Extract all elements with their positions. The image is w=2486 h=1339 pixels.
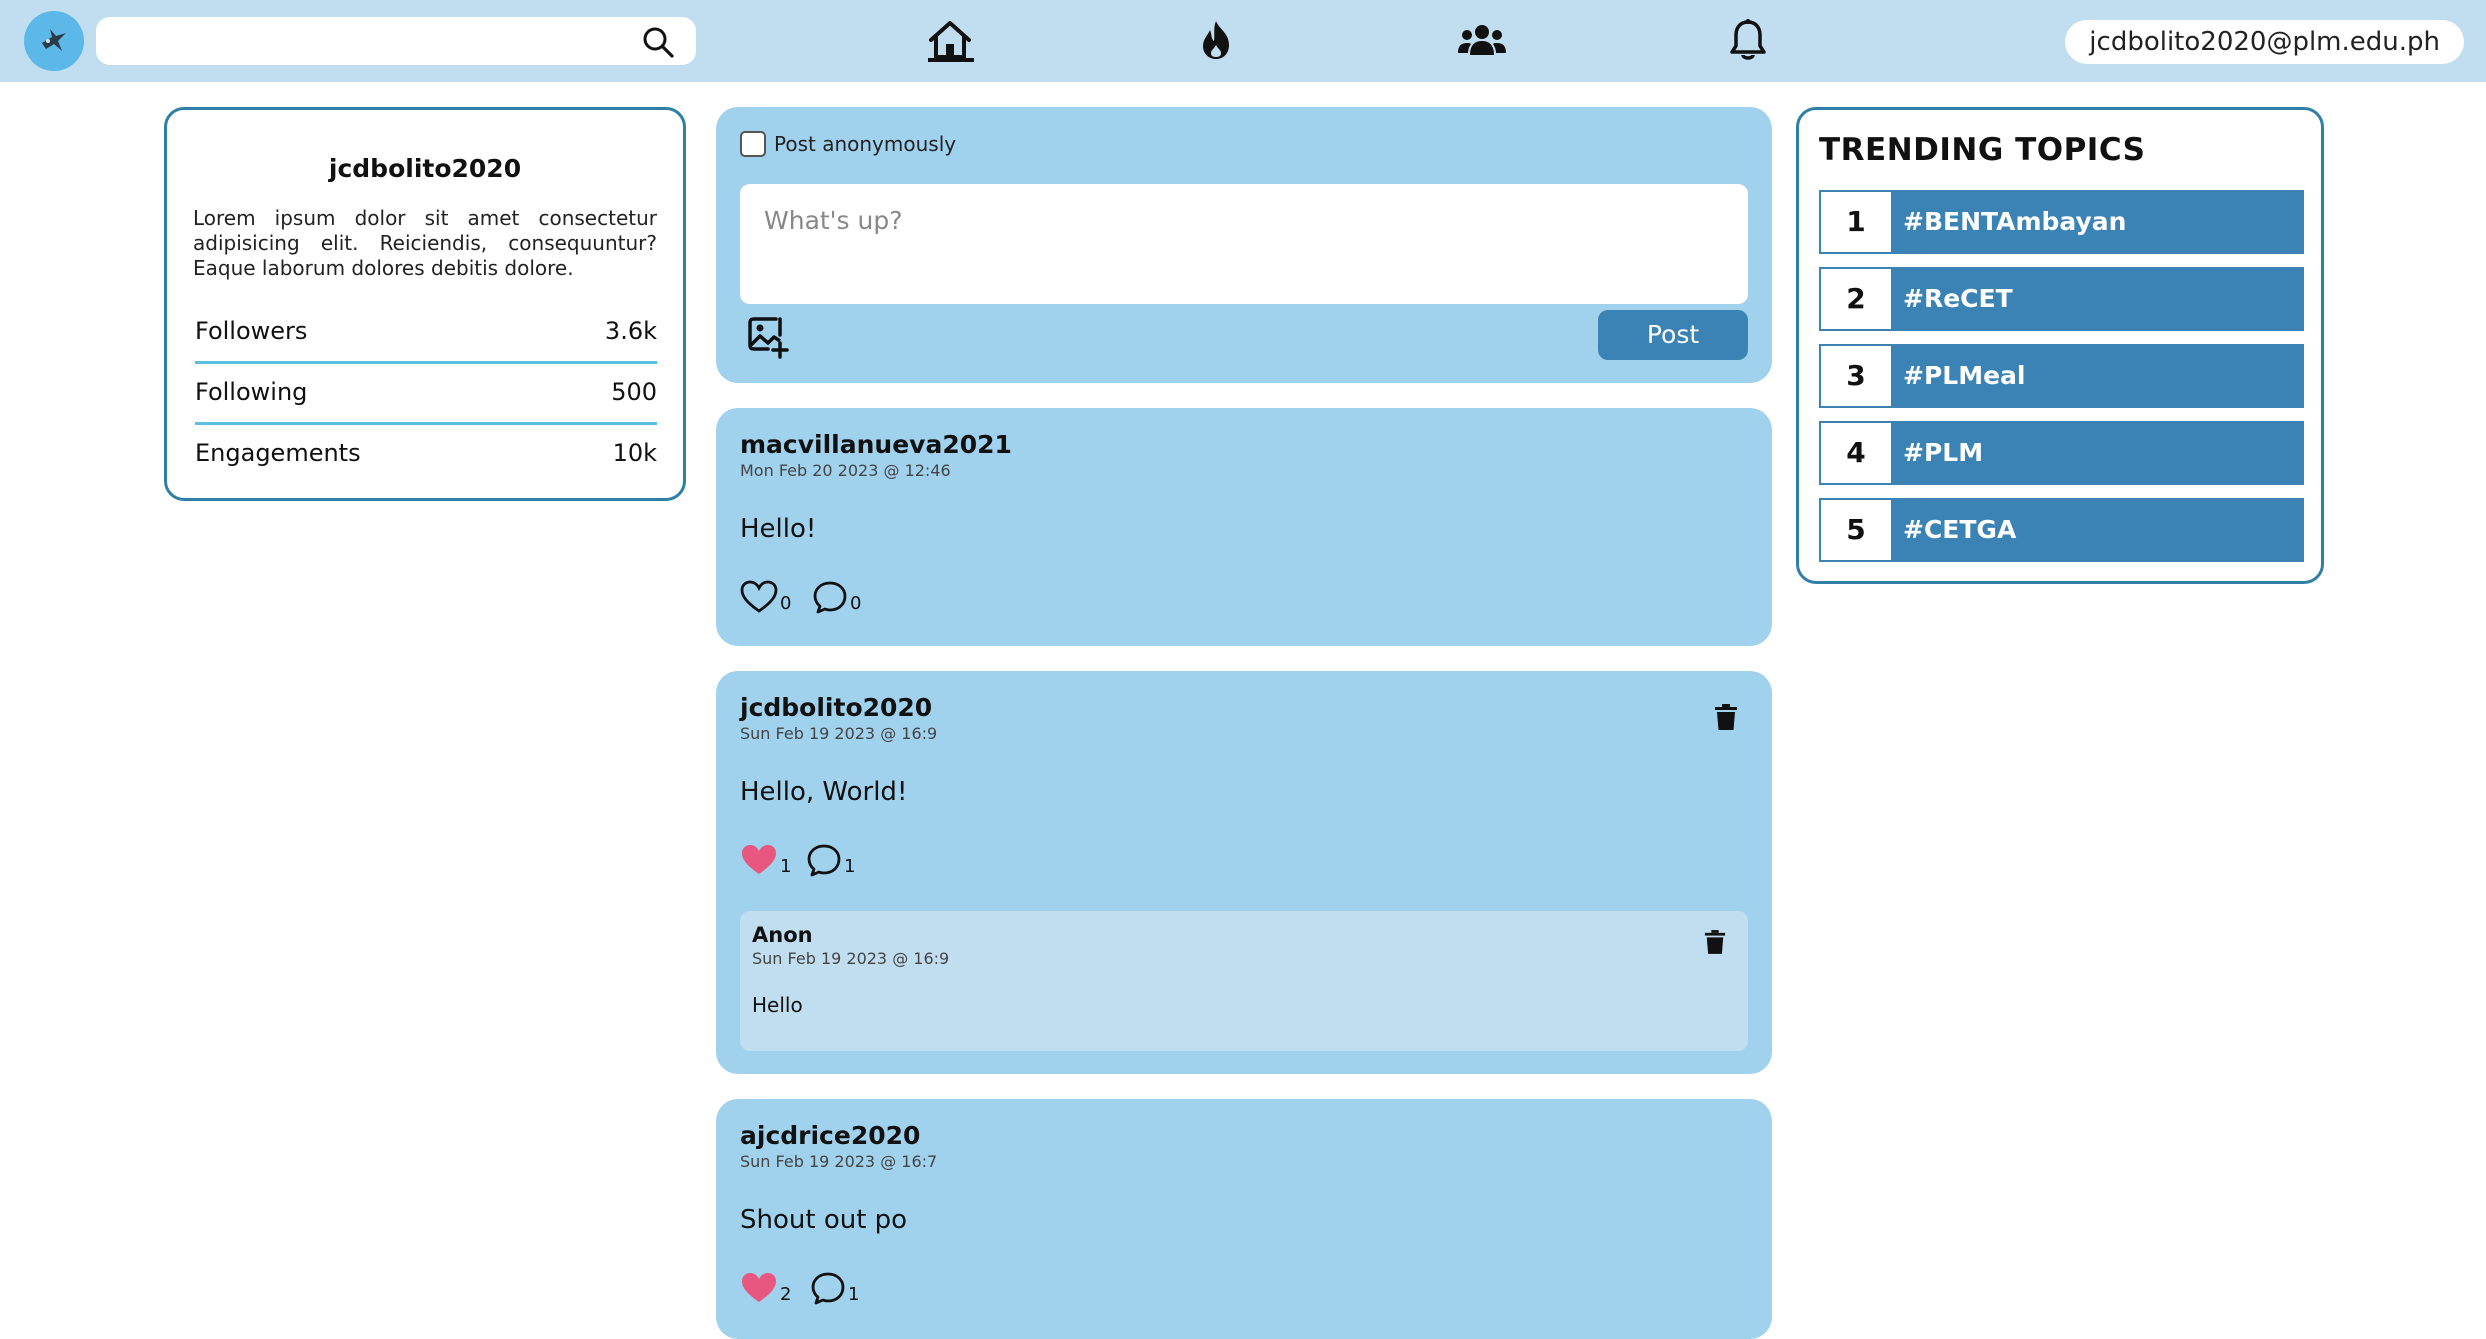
like-button[interactable]: 0 — [740, 580, 791, 614]
post-textarea[interactable] — [740, 184, 1748, 304]
user-email[interactable]: jcdbolito2020@plm.edu.ph — [2065, 20, 2464, 64]
post-body: Shout out po — [740, 1205, 908, 1235]
trending-topics-card: TRENDING TOPICS 1 #BENTAmbayan 2 #ReCET … — [1796, 107, 2324, 584]
search-bar — [96, 17, 696, 65]
bell-icon — [1730, 19, 1766, 60]
nav-trending[interactable] — [1188, 14, 1244, 66]
flame-icon — [1203, 21, 1229, 59]
topic-hashtag[interactable]: #CETGA — [1893, 498, 2304, 562]
post-card: jcdbolito2020 Sun Feb 19 2023 @ 16:9 Hel… — [716, 671, 1772, 1074]
anonymous-toggle[interactable]: Post anonymously — [740, 131, 956, 157]
trending-topic[interactable]: 4 #PLM — [1819, 421, 2304, 485]
profile-username: jcdbolito2020 — [328, 154, 522, 183]
post-body: Hello, World! — [740, 777, 908, 807]
comment-bubble-icon — [813, 581, 847, 614]
comment-bubble-icon — [807, 844, 841, 877]
post-timestamp: Sun Feb 19 2023 @ 16:9 — [740, 724, 938, 743]
post-author[interactable]: ajcdrice2020 — [740, 1121, 920, 1150]
nav-friends[interactable] — [1454, 14, 1510, 66]
like-count: 0 — [780, 593, 792, 614]
post-body: Hello! — [740, 514, 817, 544]
stat-label: Followers — [195, 317, 308, 345]
topic-hashtag[interactable]: #BENTAmbayan — [1893, 190, 2304, 254]
topic-rank: 4 — [1819, 421, 1893, 485]
comment-button[interactable]: 1 — [810, 1271, 859, 1305]
search-icon[interactable] — [642, 26, 674, 58]
nav-notifications[interactable] — [1720, 14, 1776, 66]
comment-bubble-icon — [811, 1272, 845, 1305]
stat-value: 3.6k — [604, 317, 657, 345]
post-card: macvillanueva2021 Mon Feb 20 2023 @ 12:4… — [716, 408, 1772, 646]
bird-logo-icon — [42, 29, 66, 51]
trending-topic[interactable]: 1 #BENTAmbayan — [1819, 190, 2304, 254]
stat-value: 10k — [612, 439, 657, 467]
comment-timestamp: Sun Feb 19 2023 @ 16:9 — [752, 949, 950, 968]
like-button[interactable]: 1 — [740, 843, 791, 877]
topic-rank: 1 — [1819, 190, 1893, 254]
active-nav-indicator — [928, 58, 974, 62]
topic-hashtag[interactable]: #ReCET — [1893, 267, 2304, 331]
add-image-icon[interactable] — [746, 315, 790, 359]
trending-topic[interactable]: 2 #ReCET — [1819, 267, 2304, 331]
stat-value: 500 — [611, 378, 657, 406]
search-input[interactable] — [114, 25, 618, 59]
stat-label: Following — [195, 378, 308, 406]
post-composer: Post anonymously Post — [716, 107, 1772, 383]
trash-icon[interactable] — [1714, 703, 1738, 731]
trending-topic[interactable]: 3 #PLMeal — [1819, 344, 2304, 408]
comment-author: Anon — [752, 923, 813, 947]
like-button[interactable]: 2 — [740, 1271, 791, 1305]
comment-card: Anon Sun Feb 19 2023 @ 16:9 Hello — [740, 911, 1748, 1051]
home-icon — [929, 21, 971, 59]
comment-button[interactable]: 0 — [812, 580, 861, 614]
post-timestamp: Sun Feb 19 2023 @ 16:7 — [740, 1152, 938, 1171]
heart-outline-icon — [740, 580, 778, 613]
stat-following[interactable]: Following 500 — [195, 362, 657, 425]
trending-title: TRENDING TOPICS — [1819, 132, 2146, 168]
people-group-icon — [1458, 25, 1506, 55]
topic-rank: 3 — [1819, 344, 1893, 408]
post-author[interactable]: jcdbolito2020 — [740, 693, 932, 722]
profile-bio: Lorem ipsum dolor sit amet consectetur a… — [193, 206, 657, 280]
profile-card: jcdbolito2020 Lorem ipsum dolor sit amet… — [164, 107, 686, 501]
topic-hashtag[interactable]: #PLMeal — [1893, 344, 2304, 408]
topic-hashtag[interactable]: #PLM — [1893, 421, 2304, 485]
anonymous-checkbox[interactable] — [740, 131, 766, 157]
trending-topic[interactable]: 5 #CETGA — [1819, 498, 2304, 562]
stat-engagements[interactable]: Engagements 10k — [195, 423, 657, 483]
heart-filled-icon — [742, 845, 776, 874]
app-logo[interactable] — [24, 11, 84, 71]
post-card: ajcdrice2020 Sun Feb 19 2023 @ 16:7 Shou… — [716, 1099, 1772, 1339]
comment-count: 1 — [844, 856, 856, 877]
trash-icon[interactable] — [1704, 929, 1726, 955]
post-timestamp: Mon Feb 20 2023 @ 12:46 — [740, 461, 951, 480]
comment-body: Hello — [752, 993, 803, 1017]
comment-count: 1 — [848, 1284, 860, 1305]
heart-filled-icon — [742, 1273, 776, 1302]
comment-button[interactable]: 1 — [806, 843, 855, 877]
post-author[interactable]: macvillanueva2021 — [740, 430, 1012, 459]
anonymous-label: Post anonymously — [774, 132, 957, 156]
stat-label: Engagements — [195, 439, 361, 467]
like-count: 2 — [780, 1284, 792, 1305]
stat-followers[interactable]: Followers 3.6k — [195, 301, 657, 364]
topic-rank: 2 — [1819, 267, 1893, 331]
post-button[interactable]: Post — [1598, 310, 1748, 360]
like-count: 1 — [780, 856, 792, 877]
comment-count: 0 — [850, 593, 862, 614]
top-bar: jcdbolito2020@plm.edu.ph — [0, 0, 2486, 82]
topic-rank: 5 — [1819, 498, 1893, 562]
